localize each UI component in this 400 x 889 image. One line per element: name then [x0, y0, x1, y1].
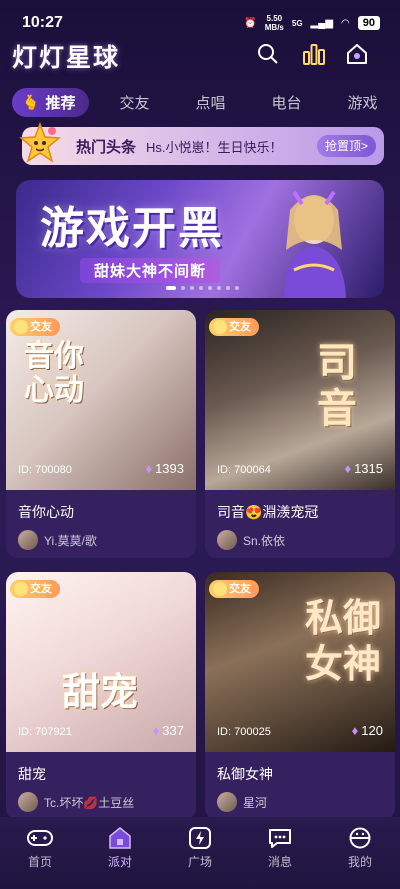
carousel-dot — [226, 286, 230, 290]
tab-sing[interactable]: 点唱 — [195, 92, 225, 113]
avatar — [18, 530, 38, 550]
room-id: ID: 700025 — [217, 726, 271, 738]
carousel-dots — [166, 286, 239, 290]
room-tag: 交友 — [10, 318, 60, 336]
nav-home[interactable]: 首页 — [0, 817, 80, 889]
profile-face-icon — [347, 827, 373, 849]
room-host: Tc.坏坏💋土豆丝 — [18, 792, 134, 812]
room-card[interactable]: 私御女神 交友 ID: 700025 ♦ 120 私御女神 星河 — [205, 572, 395, 820]
flame-icon: ♦ — [145, 461, 153, 476]
room-popularity: ♦ 1315 — [344, 461, 383, 476]
app-title: 灯灯星球 — [12, 44, 121, 72]
carousel-dot — [190, 286, 194, 290]
signal-icon: ▂▄▆ — [310, 17, 334, 29]
room-tag: 交友 — [209, 318, 259, 336]
party-house-icon — [107, 827, 133, 849]
headline-text: Hs.小悦崽！生日快乐！ — [146, 139, 283, 155]
tab-games[interactable]: 游戏 — [348, 92, 378, 113]
headline-tag: 热门头条 — [76, 138, 137, 156]
flame-icon: ♦ — [351, 723, 359, 738]
nav-party[interactable]: 派对 — [80, 817, 160, 889]
room-popularity: ♦ 337 — [152, 723, 184, 738]
tab-radio[interactable]: 电台 — [271, 92, 301, 113]
room-id: ID: 707921 — [18, 726, 72, 738]
search-icon[interactable] — [253, 40, 283, 68]
carousel-dot — [166, 286, 176, 290]
room-popularity: ♦ 120 — [351, 723, 383, 738]
gamepad-icon — [27, 827, 53, 849]
room-card[interactable]: 司音 交友 ID: 700064 ♦ 1315 司音😍淵㵪宠冠 Sn.依依 — [205, 310, 395, 558]
carousel-dot — [199, 286, 203, 290]
room-host: Yi.莫莫/歌 — [18, 530, 97, 550]
banner-character-illustration — [284, 190, 346, 298]
flame-icon: ♦ — [344, 461, 352, 476]
avatar — [217, 792, 237, 812]
wifi-icon: ◠ — [341, 17, 350, 29]
room-host: 星河 — [217, 792, 267, 812]
lightning-icon — [187, 827, 213, 849]
bottom-nav: 首页 派对 广场 消息 我的 — [0, 817, 400, 889]
home-room-icon[interactable] — [342, 40, 372, 68]
avatar — [217, 530, 237, 550]
room-name: 音你心动 — [18, 504, 74, 520]
headline-bar[interactable]: 热门头条 Hs.小悦崽！生日快乐！ 抢置顶> — [19, 121, 384, 165]
room-card[interactable]: 音你心动 交友 ID: 700080 ♦ 1393 音你心动 Yi.莫莫/歌 — [6, 310, 196, 558]
smile-icon — [14, 582, 28, 596]
banner-subtitle: 甜妹大神不间断 — [80, 258, 221, 283]
room-name: 私御女神 — [217, 766, 273, 782]
alarm-icon: ⏰ — [244, 17, 257, 29]
banner-title: 游戏开黑 — [40, 204, 224, 253]
room-id: ID: 700080 — [18, 464, 72, 476]
room-name: 司音😍淵㵪宠冠 — [217, 504, 319, 520]
room-name: 甜宠 — [18, 766, 46, 782]
smile-icon — [213, 320, 227, 334]
nav-messages[interactable]: 消息 — [240, 817, 320, 889]
room-popularity: ♦ 1393 — [145, 461, 184, 476]
category-tabs: 🫰 推荐 交友 点唱 电台 游戏 — [12, 86, 400, 118]
smile-icon — [213, 582, 227, 596]
status-icons: ⏰ 5.50 MB/s 5G ▂▄▆ ◠ 90 — [244, 14, 380, 32]
room-tag: 交友 — [209, 580, 259, 598]
nav-profile[interactable]: 我的 — [320, 817, 400, 889]
carousel-dot — [208, 286, 212, 290]
network-speed: 5.50 MB/s — [264, 14, 284, 32]
carousel-dot — [217, 286, 221, 290]
nav-square[interactable]: 广场 — [160, 817, 240, 889]
smile-icon — [14, 320, 28, 334]
hand-heart-icon: 🫰 — [22, 93, 40, 110]
room-host: Sn.依依 — [217, 530, 285, 550]
room-card[interactable]: 甜宠 交友 ID: 707921 ♦ 337 甜宠 Tc.坏坏💋土豆丝 — [6, 572, 196, 820]
room-tag: 交友 — [10, 580, 60, 598]
status-bar: 10:27 ⏰ 5.50 MB/s 5G ▂▄▆ ◠ 90 — [0, 0, 400, 36]
carousel-dot — [181, 286, 185, 290]
status-time: 10:27 — [22, 14, 63, 31]
chat-bubble-icon — [267, 827, 293, 849]
grab-top-button[interactable]: 抢置顶> — [316, 135, 376, 157]
room-id: ID: 700064 — [217, 464, 271, 476]
tab-recommend[interactable]: 🫰 推荐 — [12, 87, 90, 117]
battery-indicator: 90 — [357, 16, 380, 30]
star-mascot-icon — [18, 121, 62, 165]
avatar — [18, 792, 38, 812]
carousel-dot — [235, 286, 239, 290]
ranking-icon[interactable] — [299, 40, 329, 68]
network-type: 5G — [291, 18, 303, 28]
promo-banner[interactable]: 游戏开黑 甜妹大神不间断 — [16, 180, 384, 298]
tab-friends[interactable]: 交友 — [119, 92, 149, 113]
flame-icon: ♦ — [152, 723, 160, 738]
